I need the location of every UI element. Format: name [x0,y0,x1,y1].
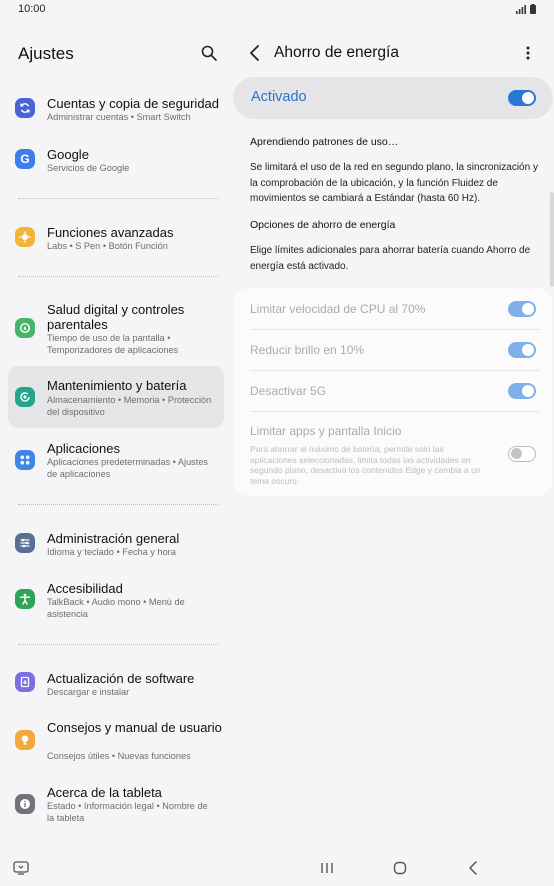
settings-item-accounts[interactable]: Cuentas y copia de seguridad Administrar… [8,90,224,130]
option-separator [250,370,540,371]
learning-description: Se limitará el uso de la red en segundo … [250,162,538,204]
option-separator [250,329,540,330]
status-bar: 10:00 [0,0,554,22]
back-arrow-icon[interactable] [248,44,262,62]
settings-item-general-management[interactable]: Administración general Idioma y teclado … [8,526,224,562]
section-divider [18,198,218,199]
options-heading: Opciones de ahorro de energía [250,219,396,231]
option-title: Limitar apps y pantalla Inicio [250,424,402,438]
settings-item-subtitle: Estado • Información legal • Nombre de l… [47,801,208,823]
settings-item-accessibility[interactable]: Accesibilidad TalkBack • Audio mono • Me… [8,576,224,624]
apps-icon [15,450,35,470]
settings-item-subtitle: Idioma y teclado • Fecha y hora [47,547,176,557]
advanced-features-icon [15,227,35,247]
back-nav-icon[interactable] [468,861,478,875]
options-card: Limitar velocidad de CPU al 70% Reducir … [234,288,552,496]
settings-item-title: Accesibilidad [47,581,123,596]
option-reduce-brightness[interactable]: Reducir brillo en 10% [250,342,538,359]
navigation-bar [0,847,554,886]
settings-item-about[interactable]: Acerca de la tableta Estado • Informació… [8,780,224,830]
settings-item-title: Acerca de la tableta [47,785,162,800]
settings-item-subtitle: Tiempo de uso de la pantalla • Temporiza… [47,333,179,355]
status-time: 10:00 [18,3,46,15]
master-switch-label: Activado [251,89,307,105]
option-toggle[interactable] [508,342,536,358]
recent-apps-icon[interactable] [320,862,334,874]
settings-item-tips[interactable]: Consejos y manual de usuario Consejos út… [8,716,224,768]
option-disable-5g[interactable]: Desactivar 5G [250,383,538,400]
option-toggle[interactable] [508,301,536,317]
google-icon: G [15,149,35,169]
option-description: Para ahorrar el máximo de batería, permi… [250,444,481,486]
settings-item-subtitle: Administrar cuentas • Smart Switch [47,112,191,122]
settings-item-digital-wellbeing[interactable]: Salud digital y controles parentales Tie… [8,298,224,358]
screen-keyboard-toggle-icon[interactable] [13,861,29,875]
about-info-icon [15,794,35,814]
device-care-icon [15,387,35,407]
option-title: Desactivar 5G [250,384,327,398]
master-toggle[interactable] [508,90,536,106]
settings-item-title: Administración general [47,531,180,546]
settings-item-title: Actualización de software [47,671,195,686]
options-description: Elige límites adicionales para ahorrar b… [250,245,531,272]
option-toggle[interactable] [508,383,536,399]
option-title: Limitar velocidad de CPU al 70% [250,302,426,316]
page-title: Ahorro de energía [274,44,399,61]
battery-icon [530,4,536,14]
scrollbar[interactable] [550,192,554,287]
settings-item-subtitle: Aplicaciones predeterminadas • Ajustes d… [47,457,209,479]
digital-wellbeing-icon [15,318,35,338]
settings-item-title: Google [47,147,89,162]
settings-item-title: Salud digital y controles parentales [47,302,185,332]
settings-item-subtitle: TalkBack • Audio mono • Menú de asistenc… [47,597,185,619]
settings-item-subtitle: Descargar e instalar [47,687,130,697]
settings-item-title: Cuentas y copia de seguridad [47,96,220,111]
settings-title: Ajustes [18,44,74,63]
more-options-icon[interactable] [524,44,532,62]
signal-icon [516,5,526,14]
general-management-icon [15,533,35,553]
option-separator [250,411,540,412]
option-toggle[interactable] [508,446,536,462]
section-divider [18,276,218,277]
status-icons [516,4,536,14]
power-saving-master-switch-row[interactable]: Activado [233,77,553,119]
settings-item-subtitle: Almacenamiento • Memoria • Protección de… [47,395,212,417]
accounts-sync-icon [15,98,35,118]
option-title: Reducir brillo en 10% [250,343,365,357]
settings-item-device-care[interactable]: Mantenimiento y batería Almacenamiento •… [8,366,224,428]
settings-item-apps[interactable]: Aplicaciones Aplicaciones predeterminada… [8,436,224,484]
software-update-icon [15,672,35,692]
tips-icon [15,730,35,750]
settings-item-software-update[interactable]: Actualización de software Descargar e in… [8,666,224,702]
settings-item-google[interactable]: G Google Servicios de Google [8,142,224,178]
section-divider [18,644,218,645]
search-icon[interactable] [200,44,218,62]
settings-item-title: Aplicaciones [47,441,120,456]
home-icon[interactable] [393,861,407,875]
option-limit-cpu[interactable]: Limitar velocidad de CPU al 70% [250,301,538,318]
settings-item-subtitle: Consejos útiles • Nuevas funciones [47,751,191,761]
settings-item-title: Mantenimiento y batería [47,378,187,393]
settings-list-pane: Ajustes Cuentas y copia de seguridad Adm… [0,22,232,847]
option-limit-apps-home[interactable]: Limitar apps y pantalla Inicio Para ahor… [250,424,538,490]
power-saving-pane: Ahorro de energía Activado Aprendiendo p… [232,22,554,847]
learning-heading: Aprendiendo patrones de uso… [250,136,399,148]
settings-item-subtitle: Servicios de Google [47,163,130,173]
settings-item-subtitle: Labs • S Pen • Botón Función [47,241,168,251]
section-divider [18,504,218,505]
settings-item-title: Funciones avanzadas [47,225,174,240]
accessibility-icon [15,589,35,609]
settings-item-title: Consejos y manual de usuario [47,720,222,735]
settings-item-advanced-features[interactable]: Funciones avanzadas Labs • S Pen • Botón… [8,220,224,256]
